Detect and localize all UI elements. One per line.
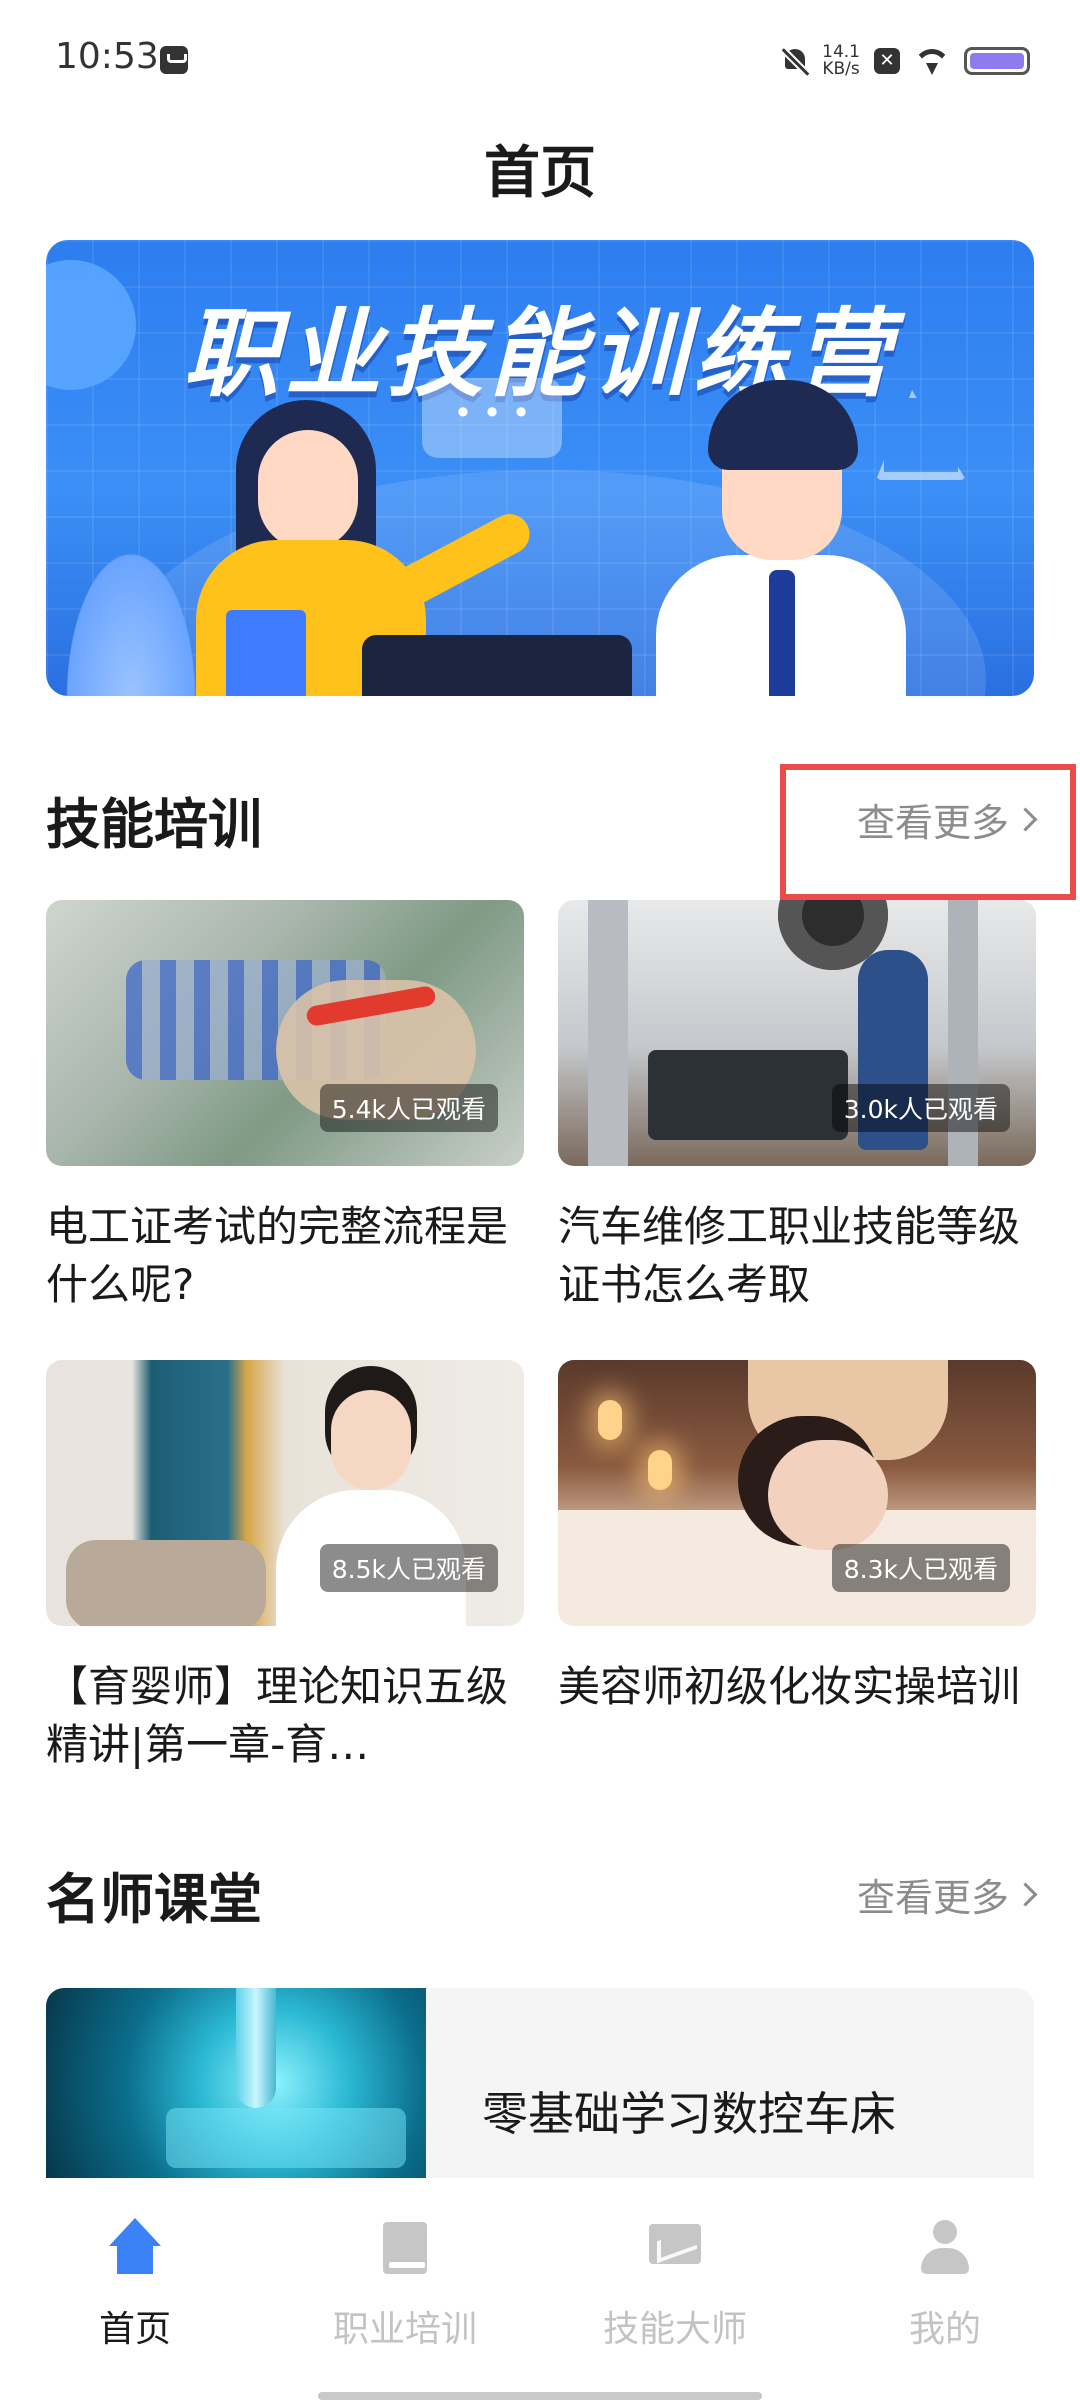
course-title: 【育婴师】理论知识五级精讲|第一章-育…	[46, 1662, 509, 1769]
chart-icon	[645, 2218, 705, 2278]
view-count-badge: 8.3k人已观看	[831, 1544, 1010, 1592]
user-icon	[915, 2218, 975, 2278]
nav-label: 技能大师	[602, 2309, 747, 2350]
close-box-icon: ✕	[874, 48, 900, 74]
see-more-label: 查看更多	[856, 1876, 1009, 1920]
course-card[interactable]: 5.4k人已观看 电工证考试的完整流程是什么呢?	[46, 900, 524, 1314]
bell-off-icon	[782, 46, 808, 76]
nav-label: 首页	[98, 2309, 171, 2350]
nav-item-home[interactable]: 首页	[0, 2218, 270, 2352]
status-time: 10:53	[55, 36, 159, 77]
course-thumbnail	[46, 1988, 426, 2178]
man-illustration	[626, 380, 956, 696]
course-thumbnail: 8.3k人已观看	[558, 1360, 1036, 1626]
course-card[interactable]: 3.0k人已观看 汽车维修工职业技能等级证书怎么考取	[558, 900, 1036, 1314]
section-title: 技能培训	[46, 793, 262, 856]
message-notification-icon	[160, 46, 188, 74]
network-speed-unit: KB/s	[822, 59, 860, 79]
section-title: 名师课堂	[46, 1868, 262, 1931]
highlight-box	[780, 764, 1076, 900]
nav-item-vocational-training[interactable]: 职业培训	[270, 2218, 540, 2352]
course-thumbnail: 5.4k人已观看	[46, 900, 524, 1166]
laptop-illustration	[362, 635, 632, 696]
chevron-right-icon	[1013, 1882, 1038, 1907]
course-title: 电工证考试的完整流程是什么呢?	[46, 1202, 509, 1309]
nav-item-mine[interactable]: 我的	[810, 2218, 1080, 2352]
course-title: 美容师初级化妆实操培训	[558, 1662, 1021, 1711]
course-card[interactable]: 8.5k人已观看 【育婴师】理论知识五级精讲|第一章-育…	[46, 1360, 524, 1774]
section-header-teacher-class: 名师课堂 查看更多	[46, 1855, 1038, 1935]
course-thumbnail: 3.0k人已观看	[558, 900, 1036, 1166]
nav-label: 职业培训	[332, 2309, 477, 2350]
see-more-button[interactable]: 查看更多	[856, 1867, 1038, 1922]
banner[interactable]: 职业技能训练营	[46, 240, 1034, 696]
status-bar: 10:53 14.1 KB/s ✕	[0, 0, 1080, 120]
status-icons: 14.1 KB/s ✕	[782, 40, 1030, 82]
teacher-course-card[interactable]: 零基础学习数控车床	[46, 1988, 1034, 2178]
bottom-nav: 首页 职业培训 技能大师 我的	[0, 2178, 1080, 2408]
course-title: 汽车维修工职业技能等级证书怎么考取	[558, 1202, 1021, 1309]
home-indicator[interactable]	[318, 2392, 762, 2400]
leaves-illustration	[56, 530, 206, 696]
home-icon	[105, 2218, 165, 2278]
network-speed: 14.1 KB/s	[822, 44, 860, 78]
page-title: 首页	[484, 141, 596, 206]
course-card[interactable]: 8.3k人已观看 美容师初级化妆实操培训	[558, 1360, 1036, 1774]
view-count-badge: 3.0k人已观看	[831, 1084, 1010, 1132]
view-count-badge: 8.5k人已观看	[319, 1544, 498, 1592]
nav-item-skill-master[interactable]: 技能大师	[540, 2218, 810, 2352]
view-count-badge: 5.4k人已观看	[319, 1084, 498, 1132]
wifi-icon	[914, 47, 950, 75]
nav-label: 我的	[908, 2309, 981, 2350]
course-title: 零基础学习数控车床	[482, 2087, 896, 2141]
book-icon	[375, 2218, 435, 2278]
course-thumbnail: 8.5k人已观看	[46, 1360, 524, 1626]
battery-icon	[964, 47, 1030, 75]
